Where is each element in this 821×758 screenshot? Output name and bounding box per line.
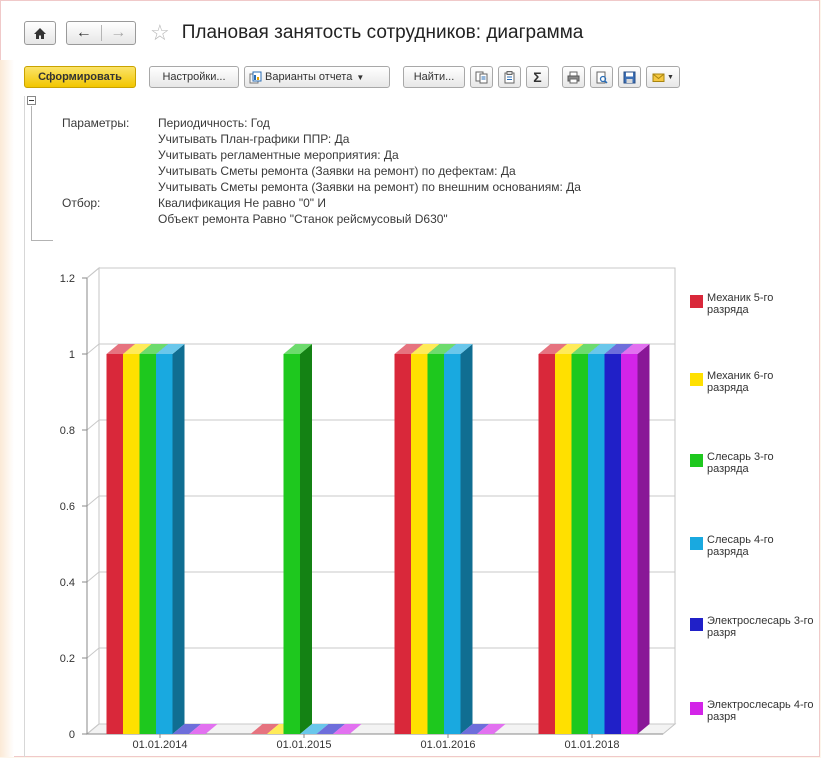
bar-front	[283, 354, 300, 734]
settings-button[interactable]: Настройки...	[149, 66, 239, 88]
filter-values: Квалификация Не равно "0" И Объект ремон…	[158, 195, 448, 227]
bar-front	[571, 354, 588, 734]
report-variants-button[interactable]: Варианты отчета ▼	[244, 66, 390, 88]
report-parameters: Параметры: Периодичность: Год Учитывать …	[62, 115, 581, 227]
legend-item: Слесарь 4-го разряда	[690, 534, 817, 558]
floppy-disk-icon	[623, 71, 636, 83]
parameters-label: Параметры:	[62, 116, 130, 130]
bar-front	[123, 354, 140, 734]
legend-label: Слесарь 4-го разряда	[707, 534, 774, 558]
y-tick-label: 0.2	[60, 653, 75, 665]
y-tick-label: 1	[69, 349, 75, 361]
find-button[interactable]: Найти...	[403, 66, 465, 88]
filter-line: Объект ремонта Равно "Станок рейсмусовый…	[158, 212, 448, 226]
home-button[interactable]	[24, 21, 56, 45]
copy-report-button[interactable]	[470, 66, 493, 88]
bar-side	[300, 344, 312, 734]
bar-front	[156, 354, 173, 734]
arrow-right-icon: →	[110, 24, 127, 41]
y-tick-label: 0.6	[60, 501, 75, 513]
x-tick-label: 01.01.2014	[132, 739, 187, 751]
dropdown-arrow-icon: ▼	[356, 72, 365, 82]
parameter-line: Периодичность: Год	[158, 116, 270, 130]
parameters-values: Периодичность: Год Учитывать План-график…	[158, 115, 581, 195]
group-bracket-line	[31, 106, 32, 240]
generate-button[interactable]: Сформировать	[24, 66, 136, 88]
print-preview-icon	[596, 71, 608, 84]
employee-load-chart: 0 0.2 0.4 0.6 0.8 1 1.2 01.01.2014 01.01.2015 01.…	[60, 266, 677, 751]
report-variants-icon	[249, 71, 262, 83]
bar-side	[637, 344, 650, 734]
left-edge-decoration	[0, 60, 14, 757]
report-left-border	[24, 96, 25, 757]
favorite-star-icon[interactable]: ☆	[150, 22, 170, 44]
report-variants-label: Варианты отчета	[265, 71, 353, 83]
legend-item: Механик 5-го разряда	[690, 292, 817, 316]
bar-side	[460, 344, 473, 734]
bar-front	[139, 354, 156, 734]
y-tick-label: 0.4	[60, 577, 75, 589]
title-bar: ← → ☆ Плановая занятость сотрудников: ди…	[24, 18, 583, 48]
bar-front	[411, 354, 428, 734]
save-button[interactable]	[618, 66, 641, 88]
printer-icon	[567, 71, 580, 83]
legend-label: Механик 5-го разряда	[707, 292, 774, 316]
collapse-parameters-toggle[interactable]	[27, 96, 36, 105]
legend-swatch	[690, 454, 703, 467]
bar-side	[172, 344, 185, 734]
legend-item: Механик 6-го разряда	[690, 370, 817, 394]
legend-swatch	[690, 537, 703, 550]
x-tick-label: 01.01.2016	[420, 739, 475, 751]
bar-front	[588, 354, 605, 734]
legend-label: Слесарь 3-го разряда	[707, 451, 774, 475]
bar-front	[538, 354, 555, 734]
page-title: Плановая занятость сотрудников: диаграмм…	[181, 22, 584, 43]
arrow-left-icon: ←	[75, 24, 92, 41]
legend-label: Механик 6-го разряда	[707, 370, 774, 394]
sum-button[interactable]: Σ	[526, 66, 549, 88]
paste-report-button[interactable]	[498, 66, 521, 88]
back-button[interactable]: ←	[67, 22, 101, 44]
y-tick-label: 1.2	[60, 273, 75, 285]
envelope-icon	[652, 73, 665, 82]
bar-front	[106, 354, 123, 734]
forward-button[interactable]: →	[102, 22, 136, 44]
copy-icon	[475, 71, 488, 83]
bar-front	[555, 354, 572, 734]
legend-label: Электрослесарь 3-го разря	[707, 615, 814, 639]
bar-front	[604, 354, 621, 734]
legend-swatch	[690, 702, 703, 715]
bar-front	[621, 354, 638, 734]
report-toolbar: Сформировать Настройки... Варианты отчет…	[24, 64, 685, 90]
legend-swatch	[690, 618, 703, 631]
home-icon	[34, 27, 46, 39]
filter-label: Отбор:	[62, 196, 101, 210]
preview-button[interactable]	[590, 66, 613, 88]
legend-label: Электрослесарь 4-го разря	[707, 699, 814, 723]
legend-item: Электрослесарь 3-го разря	[690, 615, 817, 639]
parameter-line: Учитывать План-графики ППР: Да	[158, 132, 350, 146]
x-tick-label: 01.01.2015	[276, 739, 331, 751]
legend-item: Электрослесарь 4-го разря	[690, 699, 817, 723]
navigation-group: ← →	[66, 21, 136, 45]
bar-front	[427, 354, 444, 734]
print-button[interactable]	[562, 66, 585, 88]
legend-swatch	[690, 295, 703, 308]
sum-icon: Σ	[533, 69, 542, 85]
filter-line: Квалификация Не равно "0" И	[158, 196, 326, 210]
bar-front	[444, 354, 461, 734]
parameter-line: Учитывать Сметы ремонта (Заявки на ремон…	[158, 164, 516, 178]
x-tick-label: 01.01.2018	[564, 739, 619, 751]
bar-front	[394, 354, 411, 734]
paste-icon	[504, 70, 515, 83]
parameter-line: Учитывать Сметы ремонта (Заявки на ремон…	[158, 180, 581, 194]
legend-item: Слесарь 3-го разряда	[690, 451, 817, 475]
group-bracket-end	[31, 240, 53, 241]
parameter-line: Учитывать регламентные мероприятия: Да	[158, 148, 399, 162]
y-tick-label: 0	[69, 729, 75, 741]
legend-swatch	[690, 373, 703, 386]
send-email-button[interactable]: ▼	[646, 66, 680, 88]
y-tick-label: 0.8	[60, 425, 75, 437]
dropdown-arrow-icon: ▼	[667, 73, 674, 81]
